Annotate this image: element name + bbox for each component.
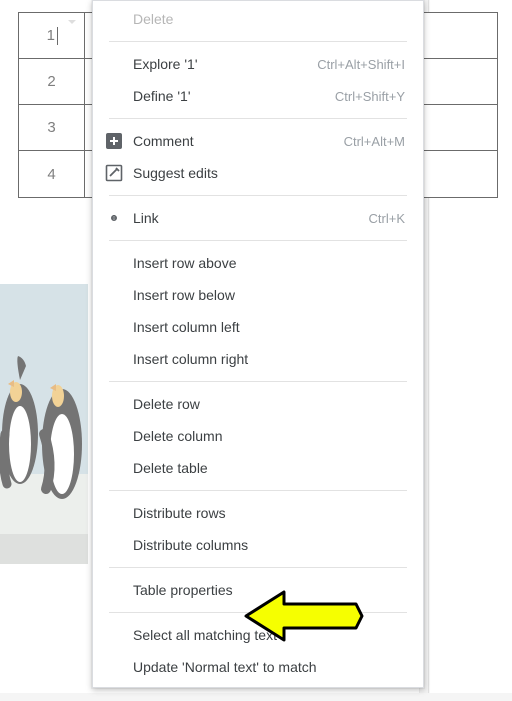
menu-shortcut: Ctrl+Alt+Shift+I [317, 57, 405, 72]
menu-item-explore[interactable]: Explore '1' Ctrl+Alt+Shift+I [93, 48, 423, 80]
menu-item-delete: Delete [93, 3, 423, 35]
menu-label: Comment [133, 133, 344, 149]
menu-separator [109, 490, 407, 491]
suggest-edits-icon [105, 164, 123, 182]
menu-label: Distribute rows [133, 505, 405, 521]
menu-label: Update 'Normal text' to match [133, 659, 405, 675]
menu-item-define[interactable]: Define '1' Ctrl+Shift+Y [93, 80, 423, 112]
menu-item-insert-column-left[interactable]: Insert column left [93, 311, 423, 343]
menu-item-insert-row-above[interactable]: Insert row above [93, 247, 423, 279]
menu-separator [109, 118, 407, 119]
menu-label: Insert row above [133, 255, 405, 271]
menu-label: Explore '1' [133, 56, 317, 72]
menu-item-distribute-rows[interactable]: Distribute rows [93, 497, 423, 529]
annotation-arrow [244, 584, 364, 648]
menu-item-insert-column-right[interactable]: Insert column right [93, 343, 423, 375]
menu-label: Delete row [133, 396, 405, 412]
menu-separator [109, 41, 407, 42]
menu-item-delete-row[interactable]: Delete row [93, 388, 423, 420]
menu-separator [109, 195, 407, 196]
menu-separator [109, 381, 407, 382]
menu-shortcut: Ctrl+Shift+Y [335, 89, 405, 104]
menu-item-suggest-edits[interactable]: Suggest edits [93, 157, 423, 189]
menu-label: Insert column right [133, 351, 405, 367]
menu-separator [109, 240, 407, 241]
menu-item-delete-table[interactable]: Delete table [93, 452, 423, 484]
menu-item-insert-row-below[interactable]: Insert row below [93, 279, 423, 311]
menu-label: Delete [133, 11, 405, 27]
link-icon [105, 209, 123, 227]
menu-label: Distribute columns [133, 537, 405, 553]
menu-shortcut: Ctrl+Alt+M [344, 134, 405, 149]
menu-shortcut: Ctrl+K [369, 211, 405, 226]
menu-label: Link [133, 210, 369, 226]
menu-label: Delete column [133, 428, 405, 444]
menu-label: Suggest edits [133, 165, 405, 181]
menu-item-comment[interactable]: Comment Ctrl+Alt+M [93, 125, 423, 157]
menu-label: Define '1' [133, 88, 335, 104]
menu-label: Insert column left [133, 319, 405, 335]
menu-item-delete-column[interactable]: Delete column [93, 420, 423, 452]
menu-item-update-normal-text[interactable]: Update 'Normal text' to match [93, 651, 423, 683]
menu-separator [109, 567, 407, 568]
comment-icon [105, 132, 123, 150]
menu-item-distribute-columns[interactable]: Distribute columns [93, 529, 423, 561]
menu-label: Delete table [133, 460, 405, 476]
menu-item-link[interactable]: Link Ctrl+K [93, 202, 423, 234]
menu-label: Insert row below [133, 287, 405, 303]
